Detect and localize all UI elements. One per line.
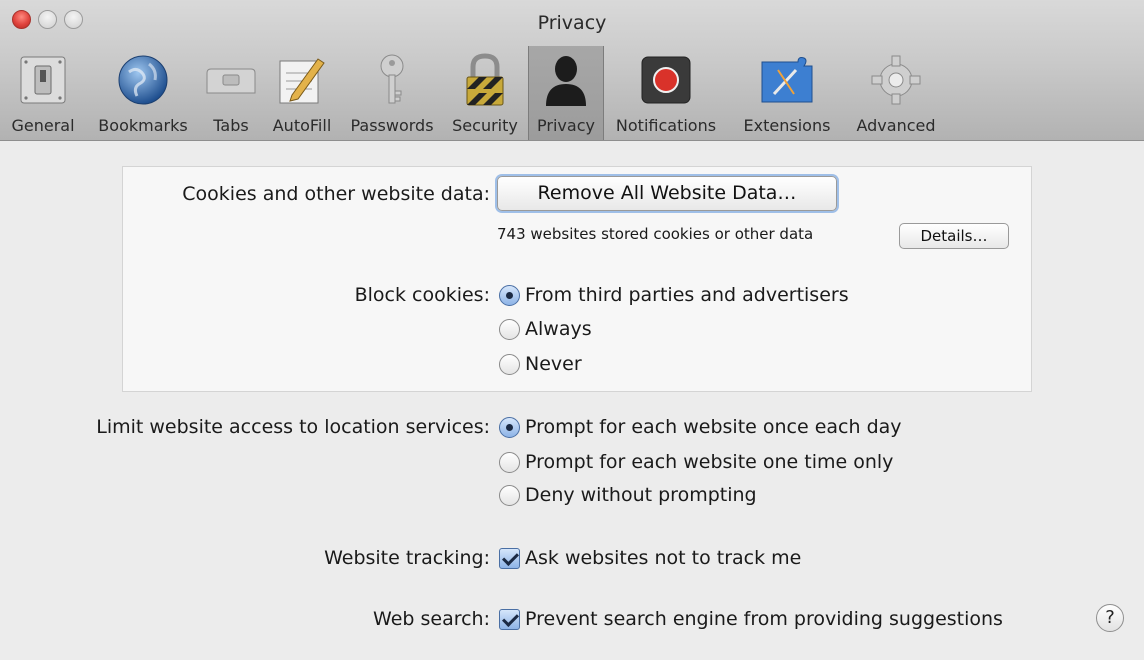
- radio-label: Never: [525, 353, 582, 375]
- tab-extensions[interactable]: Extensions: [728, 46, 846, 140]
- block-cookies-label: Block cookies:: [354, 284, 490, 306]
- tab-autofill[interactable]: AutoFill: [262, 46, 342, 140]
- globe-icon: [115, 52, 171, 108]
- radio-label: Prompt for each website one time only: [525, 451, 894, 473]
- tab-notifications[interactable]: Notifications: [604, 46, 728, 140]
- web-search-label: Web search:: [373, 608, 490, 630]
- cookies-label: Cookies and other website data:: [182, 183, 490, 205]
- tab-advanced-label: Advanced: [856, 116, 936, 135]
- details-button[interactable]: Details…: [899, 223, 1009, 249]
- tab-security-label: Security: [452, 116, 518, 135]
- tab-notifications-label: Notifications: [615, 116, 717, 135]
- radio-label: Always: [525, 318, 592, 340]
- location-deny-radio[interactable]: Deny without prompting: [499, 484, 757, 506]
- tab-advanced[interactable]: Advanced: [846, 46, 946, 140]
- checkmark-icon: [499, 608, 520, 630]
- tab-bookmarks-label: Bookmarks: [98, 116, 188, 135]
- tab-general[interactable]: General: [0, 46, 86, 140]
- block-cookies-never-radio[interactable]: Never: [499, 353, 582, 375]
- stored-websites-count: 743 websites stored cookies or other dat…: [497, 225, 814, 243]
- tab-bookmarks[interactable]: Bookmarks: [86, 46, 200, 140]
- location-services-label: Limit website access to location service…: [96, 416, 490, 438]
- help-button[interactable]: ?: [1096, 604, 1124, 632]
- gear-icon: [868, 52, 924, 108]
- block-cookies-always-radio[interactable]: Always: [499, 318, 592, 340]
- switch-icon: [15, 52, 71, 108]
- key-icon: [364, 52, 420, 108]
- radio-unselected-icon: [499, 451, 520, 473]
- person-silhouette-icon: [538, 52, 594, 108]
- padlock-icon: [457, 52, 513, 108]
- tab-tabs-label: Tabs: [213, 116, 249, 135]
- tab-privacy-label: Privacy: [537, 116, 595, 135]
- tab-privacy[interactable]: Privacy: [528, 46, 604, 140]
- puzzle-compass-icon: [759, 52, 815, 108]
- window-titlebar: Privacy General Bookmarks Tabs AutoFill …: [0, 0, 1144, 141]
- prevent-suggestions-checkbox[interactable]: Prevent search engine from providing sug…: [499, 608, 1003, 630]
- tab-general-label: General: [11, 116, 75, 135]
- location-one-time-only-radio[interactable]: Prompt for each website one time only: [499, 451, 893, 473]
- tabs-icon: [203, 52, 259, 108]
- tab-passwords[interactable]: Passwords: [342, 46, 442, 140]
- preferences-toolbar: General Bookmarks Tabs AutoFill Password…: [0, 46, 946, 140]
- website-tracking-label: Website tracking:: [324, 547, 490, 569]
- window-title: Privacy: [537, 12, 607, 34]
- radio-unselected-icon: [499, 353, 520, 375]
- radio-unselected-icon: [499, 318, 520, 340]
- radio-selected-icon: [499, 284, 520, 306]
- checkmark-icon: [499, 547, 520, 569]
- block-cookies-third-parties-radio[interactable]: From third parties and advertisers: [499, 284, 849, 306]
- radio-selected-icon: [499, 416, 520, 438]
- tab-security[interactable]: Security: [442, 46, 528, 140]
- radio-label: Prompt for each website once each day: [525, 416, 902, 438]
- tab-passwords-label: Passwords: [350, 116, 434, 135]
- location-once-each-day-radio[interactable]: Prompt for each website once each day: [499, 416, 902, 438]
- checkbox-label: Prevent search engine from providing sug…: [525, 608, 1003, 630]
- record-dot-icon: [638, 52, 694, 108]
- radio-label: Deny without prompting: [525, 484, 757, 506]
- tab-autofill-label: AutoFill: [272, 116, 332, 135]
- tab-tabs[interactable]: Tabs: [200, 46, 262, 140]
- radio-unselected-icon: [499, 484, 520, 506]
- do-not-track-checkbox[interactable]: Ask websites not to track me: [499, 547, 801, 569]
- remove-all-website-data-button[interactable]: Remove All Website Data…: [497, 176, 837, 211]
- radio-label: From third parties and advertisers: [525, 284, 849, 306]
- pencil-form-icon: [274, 52, 330, 108]
- checkbox-label: Ask websites not to track me: [525, 547, 802, 569]
- tab-extensions-label: Extensions: [743, 116, 831, 135]
